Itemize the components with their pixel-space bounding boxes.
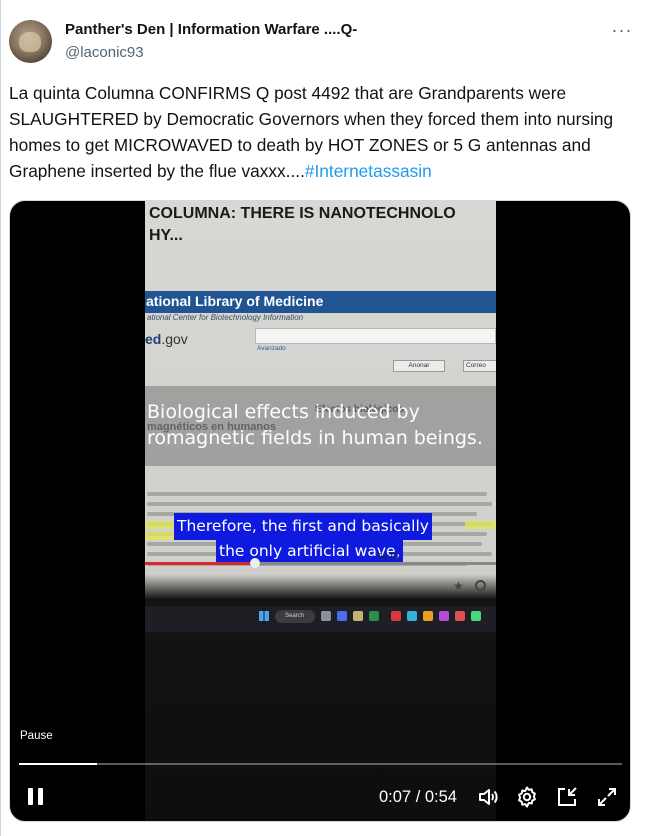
taskbar-app-icon	[423, 611, 433, 621]
tweet-text: La quinta Columna CONFIRMS Q post 4492 t…	[9, 80, 634, 184]
taskbar-app-icon	[391, 611, 401, 621]
taskbar-app-icon	[455, 611, 465, 621]
hashtag-link[interactable]: #Internetassasin	[305, 161, 432, 181]
gov-domain-bold: ed	[145, 331, 162, 347]
pause-tooltip: Pause	[20, 730, 53, 742]
abstract-line	[147, 492, 487, 496]
burned-subtitle: Biological effects induced by romagnetic…	[147, 401, 483, 449]
taskbar-app-icon	[321, 611, 331, 621]
video-search-box	[255, 328, 496, 344]
pause-icon[interactable]	[24, 785, 48, 809]
pause-bar	[28, 788, 33, 805]
ncbi-subtitle: ational Center for Biotechnology Informa…	[147, 313, 304, 322]
inner-progress-handle	[250, 558, 260, 568]
taskbar-app-icon	[471, 611, 481, 621]
progress-fill[interactable]	[19, 763, 97, 765]
taskbar-search: Search	[275, 610, 315, 623]
avatar-image	[19, 32, 41, 52]
more-horizontal-icon[interactable]: ···	[610, 21, 634, 42]
taskbar-app-icon	[337, 611, 347, 621]
timeline-border	[0, 0, 1, 836]
advanced-link: Avanzado	[257, 345, 286, 352]
settings-gear-icon[interactable]	[515, 785, 539, 809]
picture-in-picture-icon[interactable]	[555, 785, 579, 809]
taskbar-app-icon	[407, 611, 417, 621]
avatar[interactable]	[9, 20, 52, 63]
inner-progress-fill	[145, 562, 254, 565]
caption-line-2: the only artificial wave,	[216, 539, 404, 563]
taskbar-app-icon	[369, 611, 379, 621]
video-headline-line1: COLUMNA: THERE IS NANOTECHNOLO	[149, 205, 456, 222]
text-highlight	[145, 532, 175, 540]
progress-track[interactable]	[19, 763, 622, 765]
abstract-line	[147, 502, 492, 506]
gov-domain-rest: .gov	[161, 331, 188, 347]
video-headline: COLUMNA: THERE IS NANOTECHNOLO HY...	[149, 203, 496, 247]
inner-time: 06:10	[378, 552, 399, 561]
time-display: 0:07 / 0:54	[379, 788, 457, 806]
pause-bar	[38, 788, 43, 805]
video-player[interactable]: COLUMNA: THERE IS NANOTECHNOLO HY... atio…	[9, 200, 631, 822]
text-highlight	[465, 521, 496, 529]
star-icon: ★	[453, 579, 464, 593]
windows-start-icon	[259, 611, 269, 621]
fullscreen-icon[interactable]	[595, 785, 619, 809]
clock-icon	[475, 580, 486, 591]
video-frame: COLUMNA: THERE IS NANOTECHNOLO HY... atio…	[145, 201, 496, 821]
gov-domain: ed.gov	[145, 331, 188, 347]
author-handle[interactable]: @laconic93	[65, 44, 144, 61]
video-search-button: Anonar	[393, 360, 445, 372]
video-button-2: Correo	[463, 360, 496, 372]
video-headline-line2: HY...	[149, 227, 183, 244]
caption-line-1: Therefore, the first and basically	[174, 513, 432, 540]
taskbar-app-icon	[439, 611, 449, 621]
taskbar-app-icon	[353, 611, 363, 621]
text-highlight	[145, 521, 175, 529]
author-display-name[interactable]: Panther's Den | Information Warfare ....…	[65, 21, 357, 38]
nih-title: ational Library of Medicine	[146, 293, 324, 309]
volume-icon[interactable]	[476, 785, 500, 809]
